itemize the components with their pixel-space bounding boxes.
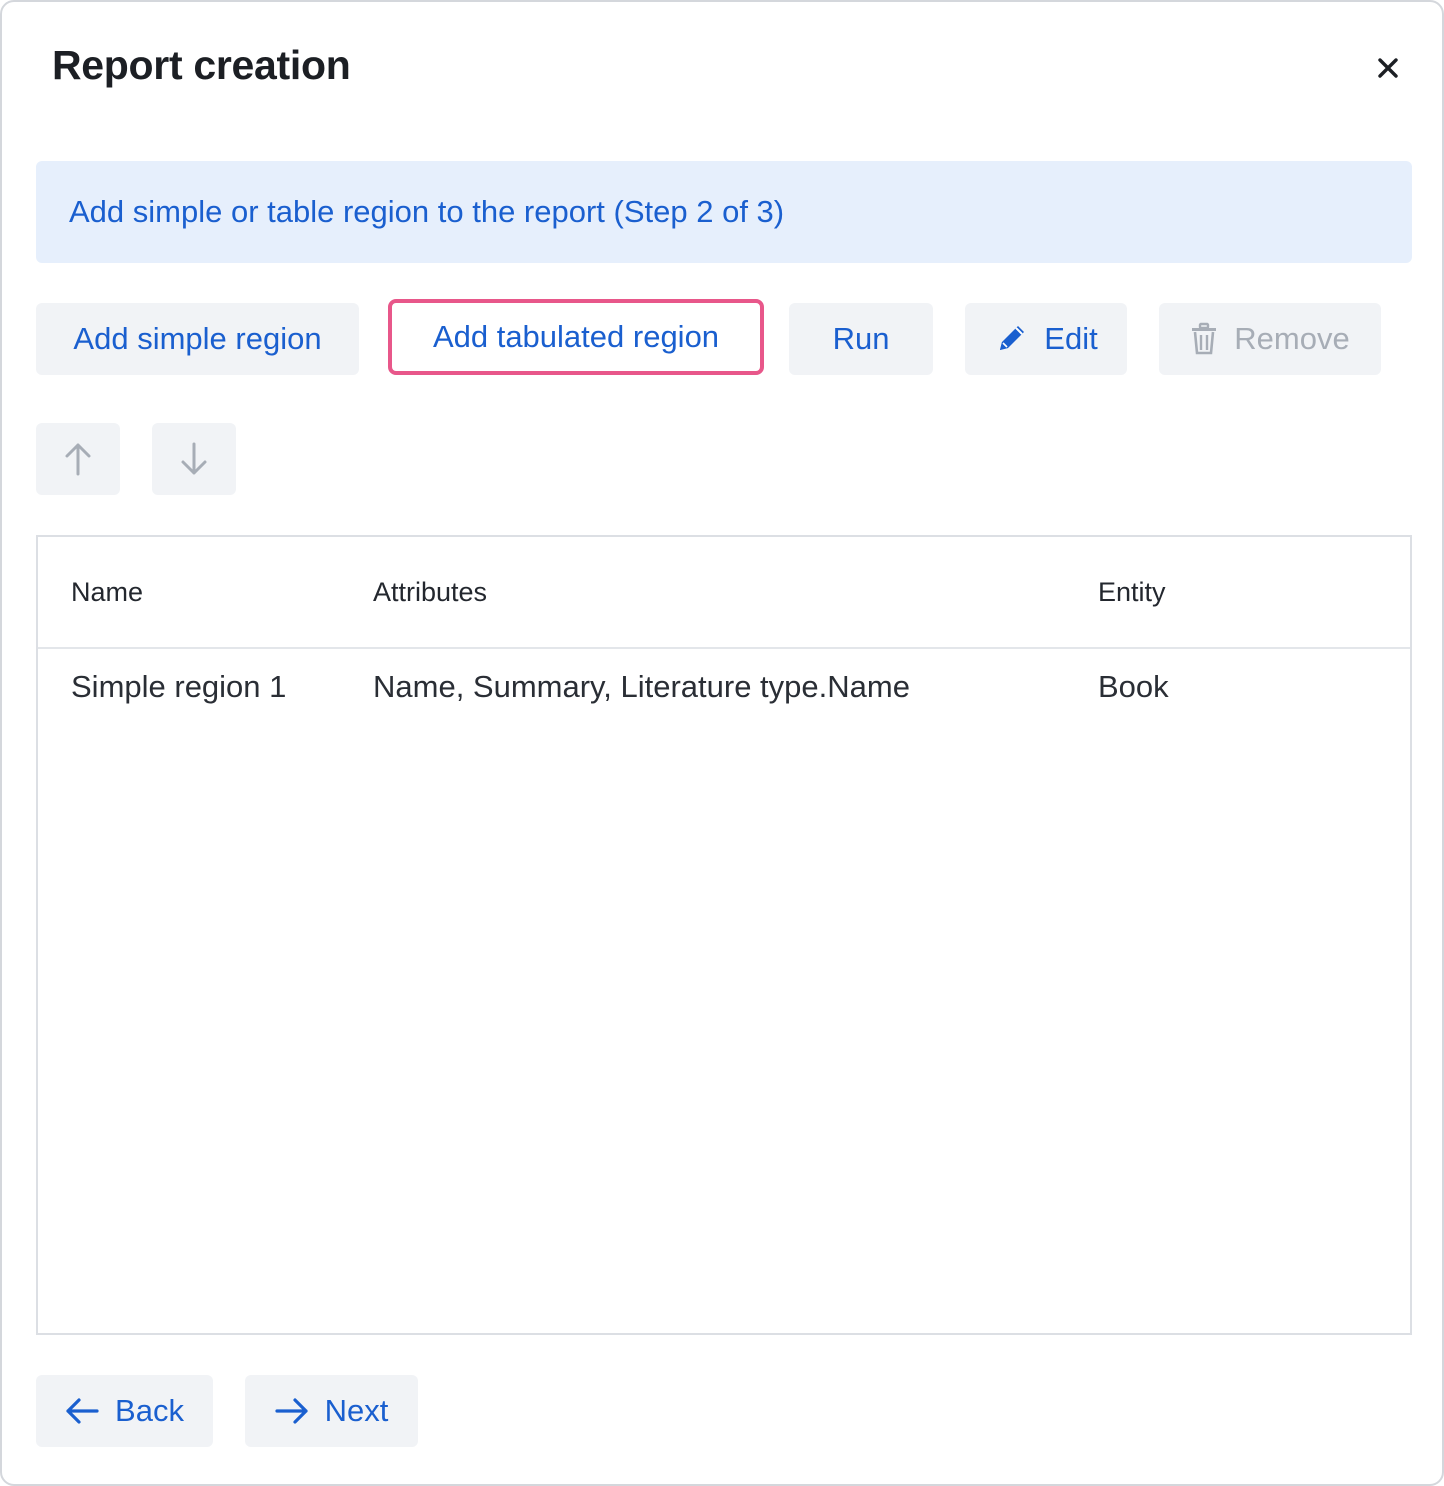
arrow-down-icon — [181, 442, 207, 475]
arrow-up-icon — [65, 443, 91, 476]
step-banner-text: Add simple or table region to the report… — [69, 194, 785, 229]
row-attributes-cell: Name, Summary, Literature type.Name — [373, 669, 910, 704]
run-button[interactable]: Run — [789, 303, 933, 375]
close-icon — [1378, 58, 1398, 78]
dialog-title: Report creation — [52, 42, 351, 88]
edit-button[interactable]: Edit — [965, 303, 1127, 375]
edit-label: Edit — [1044, 321, 1098, 356]
table-header: Name Attributes Entity — [38, 537, 1410, 649]
run-label: Run — [832, 321, 890, 356]
regions-table: Name Attributes Entity Simple region 1 N… — [36, 535, 1412, 1335]
row-entity-cell: Book — [1098, 669, 1169, 704]
add-tabulated-region-label: Add tabulated region — [432, 319, 720, 354]
pencil-icon — [994, 322, 1028, 356]
add-simple-region-label: Add simple region — [73, 321, 322, 356]
step-banner: Add simple or table region to the report… — [36, 161, 1412, 263]
table-row[interactable]: Simple region 1 Name, Summary, Literatur… — [38, 649, 1410, 725]
add-simple-region-button[interactable]: Add simple region — [36, 303, 359, 375]
report-creation-dialog: Report creation Add simple or table regi… — [0, 0, 1444, 1486]
next-label: Next — [324, 1393, 389, 1428]
trash-icon — [1190, 322, 1218, 356]
remove-button[interactable]: Remove — [1159, 303, 1381, 375]
arrow-left-icon — [65, 1397, 99, 1425]
move-up-button[interactable] — [36, 423, 120, 495]
move-down-button[interactable] — [152, 423, 236, 495]
column-header-name[interactable]: Name — [71, 577, 143, 608]
row-name-cell: Simple region 1 — [71, 669, 287, 704]
add-tabulated-region-button[interactable]: Add tabulated region — [388, 299, 764, 375]
close-button[interactable] — [1366, 46, 1410, 90]
column-header-entity[interactable]: Entity — [1098, 577, 1166, 608]
arrow-right-icon — [275, 1397, 309, 1425]
next-button[interactable]: Next — [245, 1375, 418, 1447]
back-label: Back — [115, 1393, 184, 1428]
back-button[interactable]: Back — [36, 1375, 213, 1447]
column-header-attributes[interactable]: Attributes — [373, 577, 487, 608]
remove-label: Remove — [1234, 321, 1350, 356]
